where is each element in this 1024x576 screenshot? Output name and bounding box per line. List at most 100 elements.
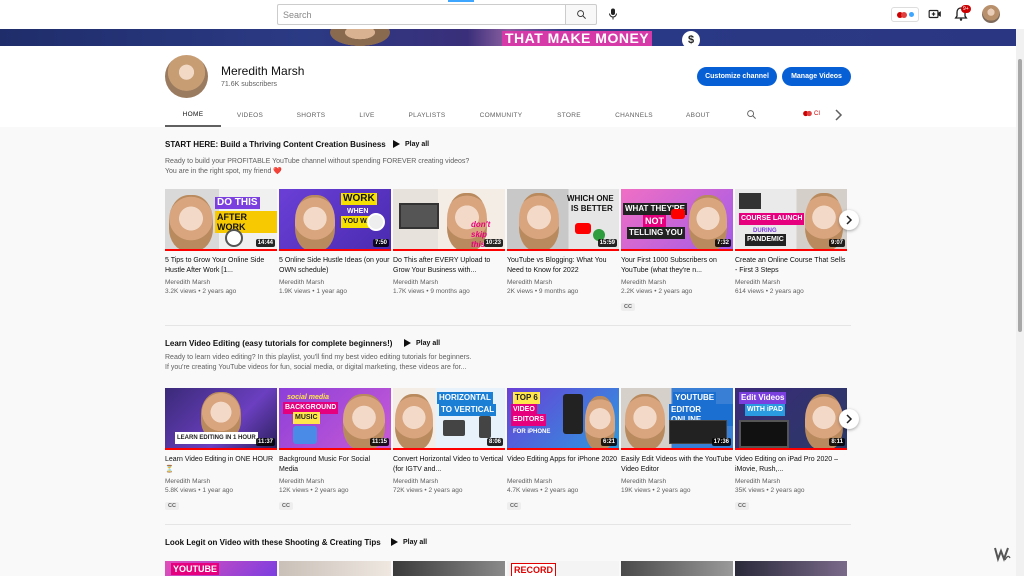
video-thumbnail[interactable]: YOUTUBE EDITOR ONLINE 17:36 [621, 388, 733, 450]
video-title[interactable]: 5 Online Side Hustle Ideas (on your OWN … [279, 256, 391, 276]
video-thumbnail[interactable] [735, 561, 847, 576]
video-channel[interactable]: Meredith Marsh [507, 279, 619, 286]
tab-store[interactable]: STORE [551, 104, 587, 127]
search-input[interactable] [278, 5, 565, 25]
video-thumbnail[interactable]: don't skip this 10:23 [393, 189, 505, 251]
video-card[interactable] [393, 561, 505, 576]
video-card[interactable]: social media BACKGROUND MUSIC 11:15 Back… [279, 388, 391, 512]
play-all-button[interactable]: Play all [391, 538, 427, 546]
manage-videos-button[interactable]: Manage Videos [782, 67, 851, 86]
video-card[interactable] [735, 561, 847, 576]
video-card[interactable]: DO THIS AFTER WORK 14:44 5 Tips to Grow … [165, 189, 277, 295]
tab-about[interactable]: ABOUT [680, 104, 716, 127]
video-channel[interactable]: Meredith Marsh [393, 478, 505, 485]
video-channel[interactable]: Meredith Marsh [393, 279, 505, 286]
video-title[interactable]: YouTube vs Blogging: What You Need to Kn… [507, 256, 619, 276]
video-thumbnail[interactable]: YOUTUBE [165, 561, 277, 576]
video-channel[interactable]: Meredith Marsh [621, 478, 733, 485]
video-card[interactable]: Edit Videos WITH iPAD 8:11 Video Editing… [735, 388, 847, 512]
video-channel[interactable]: Meredith Marsh [507, 478, 619, 485]
video-card[interactable]: don't skip this 10:23 Do This after EVER… [393, 189, 505, 295]
video-card[interactable]: WHICH ONE IS BETTER 15:59 YouTube vs Blo… [507, 189, 619, 295]
video-card[interactable] [621, 561, 733, 576]
video-thumbnail[interactable]: WORK WHEN YOU WANT 7:50 [279, 189, 391, 251]
video-title[interactable]: Your First 1000 Subscribers on YouTube (… [621, 256, 733, 276]
channel-search-icon[interactable] [746, 109, 757, 120]
video-thumbnail[interactable]: TOP 6 VIDEO EDITORS FOR iPHONE 6:21 [507, 388, 619, 450]
video-thumbnail[interactable]: HORIZONTAL TO VERTICAL 8:06 [393, 388, 505, 450]
tab-home[interactable]: HOME [165, 104, 221, 127]
notification-count-badge: 9+ [961, 5, 971, 13]
video-thumbnail[interactable]: RECORD [507, 561, 619, 576]
creator-watermark-icon [994, 547, 1011, 563]
video-duration: 14:44 [255, 239, 275, 247]
video-title[interactable]: Convert Horizontal Video to Vertical (fo… [393, 455, 505, 475]
tab-shorts[interactable]: SHORTS [287, 104, 335, 127]
shelf-title[interactable]: START HERE: Build a Thriving Content Cre… [165, 140, 386, 149]
video-thumbnail[interactable]: Edit Videos WITH iPAD 8:11 [735, 388, 847, 450]
video-thumbnail[interactable] [393, 561, 505, 576]
video-thumbnail[interactable]: WHAT THEY'RE NOT TELLING YOU 7:32 [621, 189, 733, 251]
video-channel[interactable]: Meredith Marsh [735, 279, 847, 286]
tab-playlists[interactable]: PLAYLISTS [403, 104, 451, 127]
video-title[interactable]: Do This after EVERY Upload to Grow Your … [393, 256, 505, 276]
video-title[interactable]: Create an Online Course That Sells - Fir… [735, 256, 847, 276]
video-channel[interactable]: Meredith Marsh [621, 279, 733, 286]
video-thumbnail[interactable]: LEARN EDITING IN 1 HOUR 11:37 [165, 388, 277, 450]
customize-channel-button[interactable]: Customize channel [697, 67, 777, 86]
tab-channels[interactable]: CHANNELS [610, 104, 658, 127]
shelf-next-button[interactable] [839, 210, 859, 230]
tab-community[interactable]: COMMUNITY [475, 104, 527, 127]
video-card[interactable]: WORK WHEN YOU WANT 7:50 5 Online Side Hu… [279, 189, 391, 295]
video-card[interactable]: LEARN EDITING IN 1 HOUR 11:37 Learn Vide… [165, 388, 277, 512]
video-thumbnail[interactable]: DO THIS AFTER WORK 14:44 [165, 189, 277, 251]
search-box[interactable] [277, 4, 565, 25]
voice-search-button[interactable] [604, 5, 622, 23]
chevron-right-icon[interactable] [833, 109, 843, 121]
video-title[interactable]: Video Editing on iPad Pro 2020 – iMovie,… [735, 455, 847, 475]
video-channel[interactable]: Meredith Marsh [165, 279, 277, 286]
video-title[interactable]: Background Music For Social Media [279, 455, 391, 475]
tab-brand-channel[interactable]: CI [803, 110, 820, 117]
video-thumbnail[interactable] [279, 561, 391, 576]
video-channel[interactable]: Meredith Marsh [279, 279, 391, 286]
video-thumbnail[interactable]: COURSE LAUNCH DURING PANDEMIC 9:07 [735, 189, 847, 251]
video-card[interactable]: YOUTUBE [165, 561, 277, 576]
video-card[interactable]: WHAT THEY'RE NOT TELLING YOU 7:32 Your F… [621, 189, 733, 313]
video-card[interactable] [279, 561, 391, 576]
channel-switch-button[interactable] [891, 7, 919, 22]
video-card[interactable]: COURSE LAUNCH DURING PANDEMIC 9:07 Creat… [735, 189, 847, 295]
create-video-icon[interactable] [928, 7, 942, 21]
tab-brand-label: CI [814, 110, 820, 117]
page-scrollbar[interactable] [1016, 29, 1024, 576]
video-title[interactable]: Video Editing Apps for iPhone 2020 [507, 455, 619, 475]
channel-avatar[interactable] [165, 55, 208, 98]
play-all-button[interactable]: Play all [404, 339, 440, 347]
shelf-title[interactable]: Look Legit on Video with these Shooting … [165, 538, 381, 547]
shelf-title[interactable]: Learn Video Editing (easy tutorials for … [165, 339, 392, 348]
video-channel[interactable]: Meredith Marsh [279, 478, 391, 485]
video-title[interactable]: 5 Tips to Grow Your Online Side Hustle A… [165, 256, 277, 276]
scrollbar-thumb[interactable] [1018, 59, 1022, 332]
tab-videos[interactable]: VIDEOS [225, 104, 275, 127]
video-card[interactable]: RECORD [507, 561, 619, 576]
account-avatar[interactable] [982, 5, 1000, 23]
video-channel[interactable]: Meredith Marsh [735, 478, 847, 485]
video-title[interactable]: Easily Edit Videos with the YouTube Vide… [621, 455, 733, 475]
shelf-next-button[interactable] [839, 409, 859, 429]
video-thumbnail[interactable] [621, 561, 733, 576]
watch-progress-bar [621, 249, 733, 251]
video-card[interactable]: TOP 6 VIDEO EDITORS FOR iPHONE 6:21 Vide… [507, 388, 619, 512]
tab-live[interactable]: LIVE [350, 104, 384, 127]
video-thumbnail[interactable]: WHICH ONE IS BETTER 15:59 [507, 189, 619, 251]
video-title[interactable]: Learn Video Editing in ONE HOUR ⏳ [165, 455, 277, 475]
section-divider [165, 524, 851, 525]
video-meta: 1.7K views • 9 months ago [393, 288, 470, 295]
video-card[interactable]: HORIZONTAL TO VERTICAL 8:06 Convert Hori… [393, 388, 505, 494]
video-card[interactable]: YOUTUBE EDITOR ONLINE 17:36 Easily Edit … [621, 388, 733, 494]
video-meta: 4.7K views • 2 years ago [507, 487, 579, 494]
video-channel[interactable]: Meredith Marsh [165, 478, 277, 485]
search-button[interactable] [565, 4, 597, 25]
play-all-button[interactable]: Play all [393, 140, 429, 148]
video-thumbnail[interactable]: social media BACKGROUND MUSIC 11:15 [279, 388, 391, 450]
